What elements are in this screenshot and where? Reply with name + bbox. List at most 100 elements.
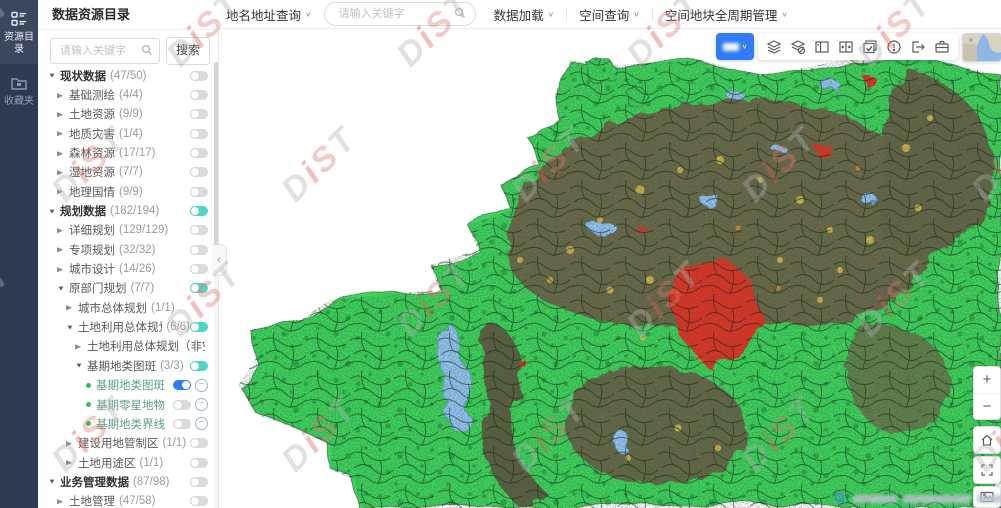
tree-row[interactable]: ▶湿地资源(7/7) (38, 163, 213, 182)
tree-row[interactable]: ▼原部门规划(7/7) (38, 279, 213, 298)
split-view-icon[interactable] (814, 39, 830, 55)
toolbox-icon[interactable] (934, 39, 950, 55)
info-circle-icon[interactable] (886, 39, 902, 55)
collapsed-arrow-icon[interactable]: ▶ (57, 149, 69, 157)
tree-row[interactable]: ▶专项规划(32/32) (38, 240, 213, 259)
layer-toggle[interactable] (190, 187, 208, 197)
collapsed-arrow-icon[interactable]: ▶ (66, 304, 78, 312)
layer-switch-button[interactable]: ∨ (716, 33, 754, 60)
overview-map-thumbnail[interactable] (962, 33, 1001, 62)
tree-row[interactable]: ▶地质灾害(1/4) (38, 124, 213, 143)
layer-toggle[interactable] (190, 438, 208, 448)
tree-row[interactable]: ▼基期地类图斑(3/3) (38, 356, 213, 375)
swipe-compare-icon[interactable] (838, 39, 854, 55)
menu-data-load[interactable]: 数据加载 ∨ (494, 5, 555, 24)
collapsed-arrow-icon[interactable]: ▶ (57, 265, 69, 273)
basemap-layers-icon[interactable] (790, 39, 806, 55)
layer-toggle[interactable] (173, 380, 191, 390)
tree-label: 基础测绘 (69, 87, 115, 103)
tree-row[interactable]: ▶基础测绘(4/4) (38, 85, 213, 104)
layer-toggle[interactable] (190, 264, 208, 274)
collapsed-arrow-icon[interactable]: ▶ (57, 169, 69, 177)
menu-parcel-lifecycle[interactable]: 空间地块全周期管理 ∨ (665, 5, 788, 24)
collapsed-arrow-icon[interactable]: ▶ (57, 130, 69, 138)
tree-row[interactable]: ▼业务管理数据(87/98) (38, 472, 213, 491)
map-search-redacted[interactable] (834, 492, 1001, 505)
expanded-arrow-icon[interactable]: ▼ (57, 285, 69, 293)
expanded-arrow-icon[interactable]: ▼ (66, 323, 78, 331)
fullscreen-button[interactable] (973, 456, 1001, 484)
tree-row[interactable]: ▶森林资源(17/17) (38, 143, 213, 162)
layer-toggle[interactable] (190, 283, 208, 293)
tree-row[interactable]: ▶建设用地管制区(1/1) (38, 434, 213, 453)
collapsed-arrow-icon[interactable]: ▶ (57, 111, 69, 119)
tree-row[interactable]: ▶地理国情(9/9) (38, 182, 213, 201)
zoom-out-button[interactable]: − (974, 394, 1000, 420)
layer-toggle[interactable] (190, 245, 208, 255)
remove-layer-icon[interactable]: − (195, 379, 208, 392)
rail-item-label: 资源目录 (2, 32, 36, 56)
layer-toggle[interactable] (190, 148, 208, 158)
layers-icon[interactable] (766, 39, 782, 55)
expanded-arrow-icon[interactable]: ▼ (48, 72, 60, 80)
collapsed-arrow-icon[interactable]: ▶ (57, 91, 69, 99)
collapsed-arrow-icon[interactable]: ▶ (57, 227, 69, 235)
collapsed-arrow-icon[interactable]: ▶ (57, 246, 69, 254)
collapsed-arrow-icon[interactable]: ▶ (66, 439, 78, 447)
remove-layer-icon[interactable]: − (195, 417, 208, 430)
collapsed-arrow-icon[interactable]: ▶ (75, 343, 87, 351)
layer-toggle[interactable] (190, 322, 208, 332)
collapsed-arrow-icon[interactable]: ▶ (57, 188, 69, 196)
layer-toggle[interactable] (190, 109, 208, 119)
collapse-panel-handle[interactable]: ‹ (212, 244, 227, 276)
layer-toggle[interactable] (190, 206, 208, 216)
panel-search-input[interactable] (58, 39, 142, 63)
layer-toggle[interactable] (190, 477, 208, 487)
tree-row[interactable]: ▼现状数据(47/50) (38, 66, 213, 85)
remove-layer-icon[interactable]: − (195, 398, 208, 411)
tree-row[interactable]: ▶城市总体规划(1/1) (38, 298, 213, 317)
layer-toggle[interactable] (173, 419, 191, 429)
expanded-arrow-icon[interactable]: ▼ (75, 362, 87, 370)
expanded-arrow-icon[interactable]: ▼ (48, 207, 60, 215)
layer-toggle[interactable] (190, 225, 208, 235)
layer-toggle[interactable] (173, 400, 191, 410)
tree-row[interactable]: ▶土地资源(9/9) (38, 105, 213, 124)
tree-row[interactable]: 基期零星地物 − (38, 395, 213, 414)
menu-place-address-search[interactable]: 地名地址查询 ∨ (226, 5, 312, 24)
selected-images-icon[interactable] (862, 39, 878, 55)
zoom-in-button[interactable]: + (974, 367, 1000, 394)
layer-toggle[interactable] (190, 458, 208, 468)
map-canvas[interactable] (218, 28, 1001, 508)
rail-item-resource-catalog[interactable]: 资源目录 (0, 0, 38, 64)
layer-toggle[interactable] (190, 90, 208, 100)
collapsed-arrow-icon[interactable]: ▶ (66, 459, 78, 467)
menu-spatial-query[interactable]: 空间查询 ∨ (579, 5, 640, 24)
tree-label: 基期零星地物 (96, 397, 165, 413)
layer-toggle[interactable] (190, 167, 208, 177)
tree-row[interactable]: ▶详细规划(129/129) (38, 221, 213, 240)
tree-row[interactable]: ▶土地管理(47/58) (38, 492, 213, 508)
home-button[interactable] (973, 426, 1001, 454)
header-search-input[interactable] (337, 3, 451, 25)
tree-scrollbar-thumb[interactable] (214, 62, 218, 267)
layer-toggle[interactable] (190, 71, 208, 81)
expanded-arrow-icon[interactable]: ▼ (48, 478, 60, 486)
rail-item-favorites[interactable]: 收藏夹 (0, 64, 38, 116)
tree-label: 土地利用总体规划 (78, 319, 162, 335)
tree-row[interactable]: ▶土地用途区(1/1) (38, 453, 213, 472)
rail-item-label: 收藏夹 (2, 96, 36, 108)
layer-toggle[interactable] (190, 496, 208, 506)
export-icon[interactable] (910, 39, 926, 55)
tree-row[interactable]: 基期地类界线− (38, 414, 213, 433)
tree-row[interactable]: ▶城市设计(14/26) (38, 259, 213, 278)
zoom-control: + − (973, 366, 1001, 420)
search-button[interactable]: 搜索 (166, 37, 210, 65)
collapsed-arrow-icon[interactable]: ▶ (57, 497, 69, 505)
tree-row[interactable]: ▼土地利用总体规划(6/6) (38, 317, 213, 336)
layer-toggle[interactable] (190, 361, 208, 371)
tree-row[interactable]: 基期地类图斑− (38, 376, 213, 395)
tree-row[interactable]: ▶土地利用总体规划（非空间专... (38, 337, 213, 356)
layer-toggle[interactable] (190, 129, 208, 139)
tree-row[interactable]: ▼规划数据(182/194) (38, 201, 213, 220)
